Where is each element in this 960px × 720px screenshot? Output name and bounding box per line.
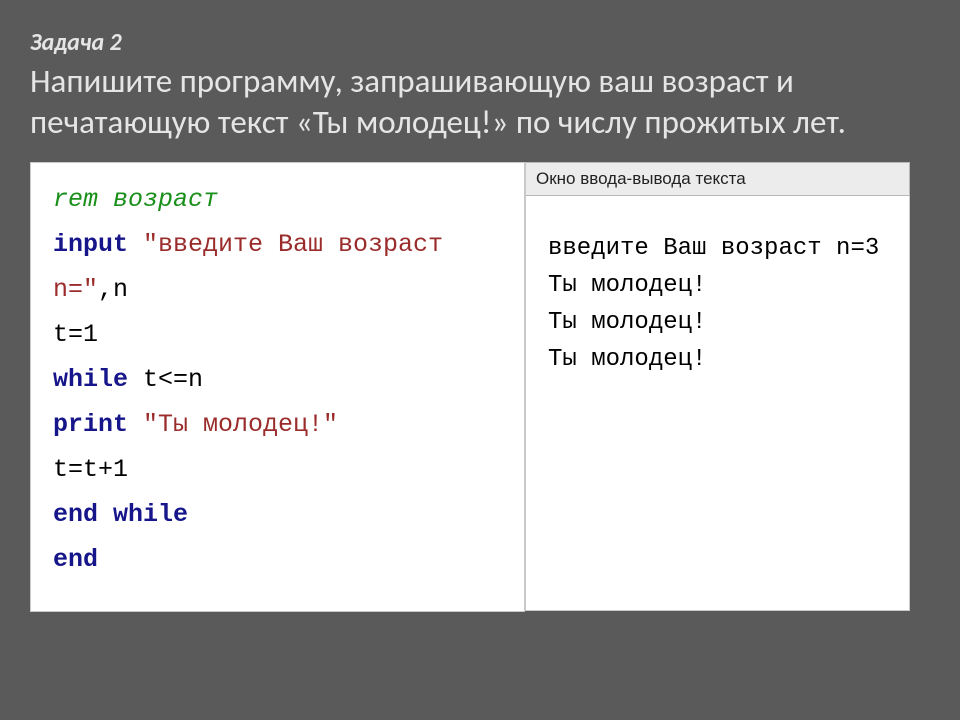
code-line: while t<=n — [53, 357, 504, 402]
string-literal: "Ты молодец!" — [143, 410, 338, 439]
output-line: введите Ваш возраст n=3 — [548, 230, 895, 267]
kw-end-while: end while — [53, 500, 188, 529]
code-line: print "Ты молодец!" — [53, 402, 504, 447]
code-text: t=t+1 — [53, 455, 128, 484]
output-panel-wrap: Окно ввода-вывода текста введите Ваш воз… — [525, 162, 910, 612]
code-listing: rem возраст input "введите Ваш возраст n… — [53, 177, 504, 582]
output-panel: введите Ваш возраст n=3 Ты молодец! Ты м… — [525, 196, 910, 611]
code-line: rem возраст — [53, 177, 504, 222]
kw-while: while — [53, 365, 143, 394]
code-line: input "введите Ваш возраст n=",n — [53, 222, 504, 312]
output-window-title: Окно ввода-вывода текста — [525, 162, 910, 196]
output-line: Ты молодец! — [548, 341, 895, 378]
kw-end: end — [53, 545, 98, 574]
task-number: Задача 2 — [30, 28, 930, 57]
code-panel: rem возраст input "введите Ваш возраст n… — [30, 162, 525, 612]
code-line: t=t+1 — [53, 447, 504, 492]
kw-input: input — [53, 230, 143, 259]
panels: rem возраст input "введите Ваш возраст n… — [30, 162, 910, 612]
code-text: t<=n — [143, 365, 203, 394]
kw-print: print — [53, 410, 143, 439]
output-line: Ты молодец! — [548, 267, 895, 304]
slide: Задача 2 Напишите программу, запрашивающ… — [0, 0, 960, 720]
rem-comment: rem возраст — [53, 185, 218, 214]
code-line: end — [53, 537, 504, 582]
task-text: Напишите программу, запрашивающую ваш во… — [30, 61, 910, 144]
code-line: t=1 — [53, 312, 504, 357]
output-line: Ты молодец! — [548, 304, 895, 341]
code-text: ,n — [98, 275, 128, 304]
code-line: end while — [53, 492, 504, 537]
code-text: t=1 — [53, 320, 98, 349]
